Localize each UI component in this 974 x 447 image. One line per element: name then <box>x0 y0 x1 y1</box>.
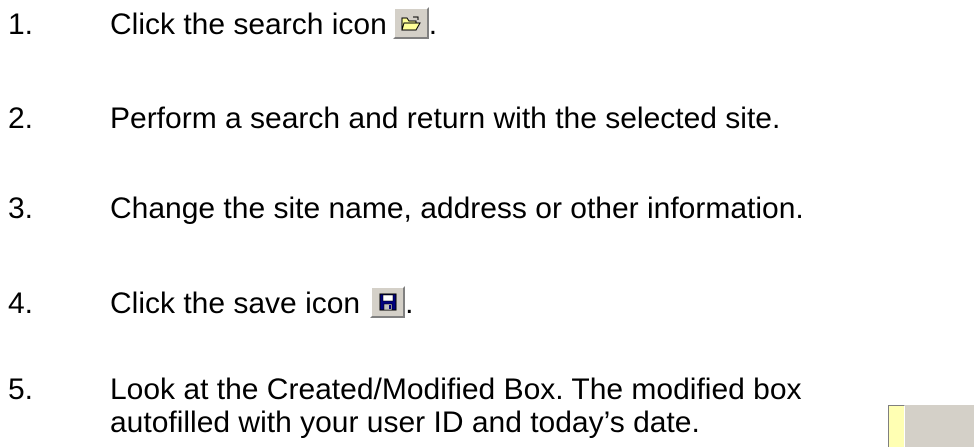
save-button[interactable] <box>370 286 406 318</box>
step-text-line-1: Look at the Created/Modified Box. The mo… <box>110 373 802 406</box>
step-number: 4. <box>8 287 34 320</box>
step-text-label: Click the save icon <box>110 287 361 320</box>
step-text: Click the save icon . <box>110 286 413 322</box>
modified-box-preview <box>888 405 974 447</box>
open-folder-icon <box>401 16 421 31</box>
step-number: 5. <box>8 373 34 406</box>
step-text: Change the site name, address or other i… <box>110 192 804 225</box>
step-suffix: . <box>428 8 438 41</box>
step-text: Click the search icon . <box>110 7 437 43</box>
step-number: 3. <box>8 192 34 225</box>
step-number: 2. <box>8 102 34 135</box>
step-text-label: Click the search icon <box>110 8 387 41</box>
floppy-disk-icon <box>379 293 397 311</box>
modified-field <box>888 405 905 447</box>
step-suffix: . <box>405 287 414 320</box>
search-button[interactable] <box>392 7 429 39</box>
step-text: Perform a search and return with the sel… <box>110 102 781 135</box>
step-text-line-2: autofilled with your user ID and today’s… <box>110 406 700 439</box>
step-number: 1. <box>8 8 34 41</box>
